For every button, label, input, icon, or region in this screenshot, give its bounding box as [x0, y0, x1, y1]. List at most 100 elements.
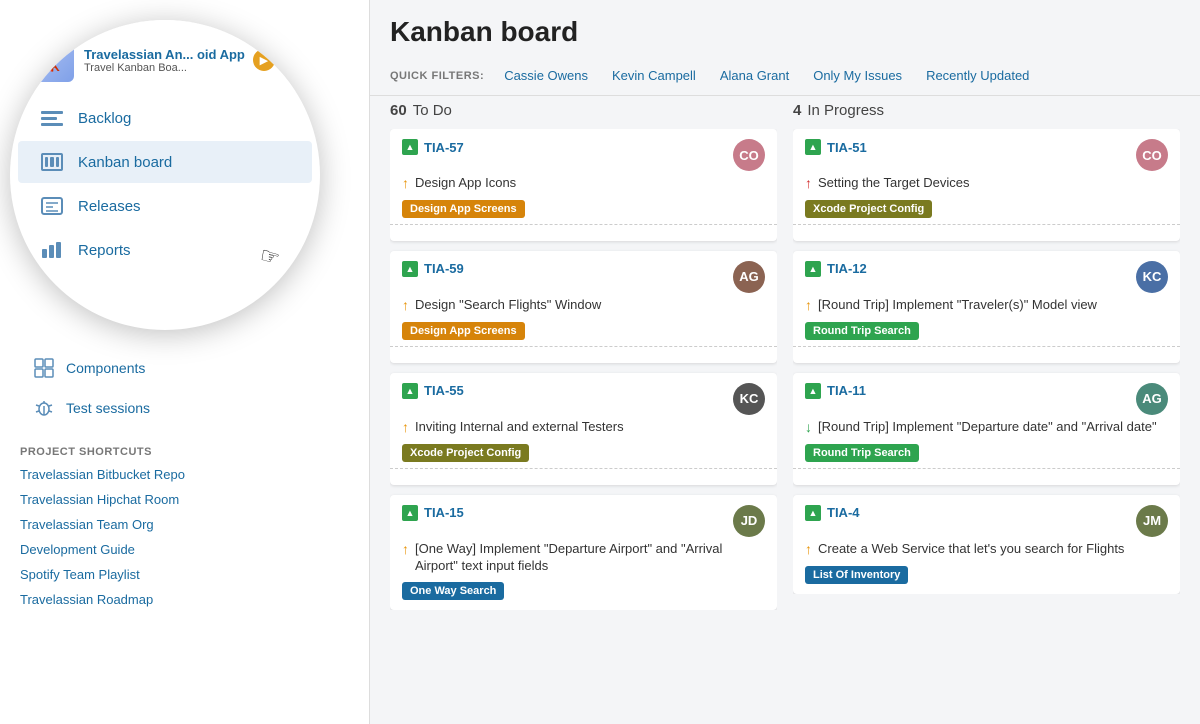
story-icon: ▲ [402, 505, 418, 521]
card-tia11[interactable]: ▲ TIA-11 AG ↓ [Round Trip] Implement "De… [793, 373, 1180, 485]
filter-recently[interactable]: Recently Updated [922, 66, 1033, 85]
card-avatar: KC [1136, 261, 1168, 293]
card-tag: Xcode Project Config [805, 200, 932, 218]
card-title-row: ↑ Setting the Target Devices [805, 175, 1168, 192]
shortcut-4[interactable]: Spotify Team Playlist [12, 562, 357, 587]
releases-icon [38, 195, 66, 217]
card-id: TIA-51 [827, 140, 867, 155]
kanban-icon [38, 151, 66, 173]
sidebar-app-title: Travelassian An... oid App [84, 47, 245, 62]
story-icon: ▲ [805, 261, 821, 277]
story-icon: ▲ [805, 505, 821, 521]
filter-alana[interactable]: Alana Grant [716, 66, 793, 85]
card-tia55[interactable]: ▲ TIA-55 KC ↑ Inviting Internal and exte… [390, 373, 777, 485]
reports-label: Reports [78, 242, 131, 259]
priority-icon: ↑ [402, 175, 409, 191]
avatar-img: JD [733, 505, 765, 537]
card-id-row: ▲ TIA-12 [805, 261, 867, 277]
avatar-img: KC [733, 383, 765, 415]
card-id: TIA-15 [424, 505, 464, 520]
card-avatar: AG [1136, 383, 1168, 415]
card-tia4[interactable]: ▲ TIA-4 JM ↑ Create a Web Service that l… [793, 495, 1180, 594]
avatar-img: JM [1136, 505, 1168, 537]
card-tag: Round Trip Search [805, 322, 919, 340]
priority-icon: ↓ [805, 419, 812, 435]
card-tag: One Way Search [402, 582, 504, 600]
reports-icon [38, 239, 66, 261]
story-icon: ▲ [402, 139, 418, 155]
sidebar-extra-nav: Components Test sessions [12, 340, 357, 436]
card-id-row: ▲ TIA-59 [402, 261, 464, 277]
sidebar-item-backlog[interactable]: Backlog [18, 97, 312, 139]
backlog-icon [38, 107, 66, 129]
card-avatar: CO [1136, 139, 1168, 171]
filter-only-my[interactable]: Only My Issues [809, 66, 906, 85]
card-title: Design App Icons [415, 175, 516, 192]
story-icon: ▲ [402, 383, 418, 399]
card-tia15[interactable]: ▲ TIA-15 JD ↑ [One Way] Implement "Depar… [390, 495, 777, 611]
board-title: Kanban board [390, 16, 1180, 48]
card-tia59[interactable]: ▲ TIA-59 AG ↑ Design "Search Flights" Wi… [390, 251, 777, 363]
card-top: ▲ TIA-11 AG [805, 383, 1168, 415]
shortcut-2[interactable]: Travelassian Team Org [12, 512, 357, 537]
sidebar: 🗼 Travelassian An... oid App Travel Kanb… [0, 0, 370, 724]
priority-icon: ↑ [402, 419, 409, 435]
card-tia12[interactable]: ▲ TIA-12 KC ↑ [Round Trip] Implement "Tr… [793, 251, 1180, 363]
card-top: ▲ TIA-4 JM [805, 505, 1168, 537]
filter-kevin[interactable]: Kevin Campell [608, 66, 700, 85]
inprogress-cards: ▲ TIA-51 CO ↑ Setting the Target Devices… [793, 129, 1180, 594]
todo-count: 60 [390, 102, 407, 119]
shortcuts-label: PROJECT SHORTCUTS [12, 436, 357, 462]
column-inprogress: 4 In Progress ▲ TIA-51 CO [793, 96, 1180, 704]
sidebar-item-reports[interactable]: Reports [18, 229, 312, 271]
components-label: Components [66, 360, 145, 376]
card-title-row: ↑ [Round Trip] Implement "Traveler(s)" M… [805, 297, 1168, 314]
quick-filters-bar: QUICK FILTERS: Cassie Owens Kevin Campel… [370, 56, 1200, 96]
shortcut-5[interactable]: Travelassian Roadmap [12, 587, 357, 612]
card-title: Inviting Internal and external Testers [415, 419, 624, 436]
avatar-img: CO [733, 139, 765, 171]
card-id-row: ▲ TIA-57 [402, 139, 464, 155]
inprogress-name: In Progress [807, 102, 884, 119]
card-id: TIA-57 [424, 140, 464, 155]
card-tag: Xcode Project Config [402, 444, 529, 462]
shortcut-3[interactable]: Development Guide [12, 537, 357, 562]
board-header: Kanban board [370, 0, 1200, 56]
inprogress-count: 4 [793, 102, 801, 119]
card-title-row: ↑ Inviting Internal and external Testers [402, 419, 765, 436]
story-icon: ▲ [805, 139, 821, 155]
board-columns: 60 To Do ▲ TIA-57 CO [370, 96, 1200, 724]
card-title: [Round Trip] Implement "Traveler(s)" Mod… [818, 297, 1097, 314]
card-id: TIA-59 [424, 261, 464, 276]
story-icon: ▲ [805, 383, 821, 399]
priority-icon: ↑ [402, 297, 409, 313]
card-tag: List Of Inventory [805, 566, 908, 584]
card-id: TIA-11 [827, 383, 866, 398]
card-top: ▲ TIA-55 KC [402, 383, 765, 415]
card-top: ▲ TIA-59 AG [402, 261, 765, 293]
card-id-row: ▲ TIA-11 [805, 383, 866, 399]
card-title-row: ↑ Design App Icons [402, 175, 765, 192]
card-tia51[interactable]: ▲ TIA-51 CO ↑ Setting the Target Devices… [793, 129, 1180, 241]
puzzle-icon [32, 356, 56, 380]
todo-cards: ▲ TIA-57 CO ↑ Design App Icons Design Ap… [390, 129, 777, 610]
main-content: Kanban board QUICK FILTERS: Cassie Owens… [370, 0, 1200, 724]
bug-icon [32, 396, 56, 420]
card-title-row: ↓ [Round Trip] Implement "Departure date… [805, 419, 1168, 436]
column-todo: 60 To Do ▲ TIA-57 CO [390, 96, 777, 704]
sidebar-item-kanban[interactable]: Kanban board [18, 141, 312, 183]
card-tag: Design App Screens [402, 200, 525, 218]
shortcut-1[interactable]: Travelassian Hipchat Room [12, 487, 357, 512]
backlog-label: Backlog [78, 110, 131, 127]
sidebar-item-releases[interactable]: Releases [18, 185, 312, 227]
sidebar-item-components[interactable]: Components [24, 348, 345, 388]
card-title: Setting the Target Devices [818, 175, 970, 192]
card-id-row: ▲ TIA-51 [805, 139, 867, 155]
avatar-img: AG [1136, 383, 1168, 415]
card-title-row: ↑ Create a Web Service that let's you se… [805, 541, 1168, 558]
filter-cassie[interactable]: Cassie Owens [500, 66, 592, 85]
shortcut-0[interactable]: Travelassian Bitbucket Repo [12, 462, 357, 487]
sidebar-item-test-sessions[interactable]: Test sessions [24, 388, 345, 428]
card-tia57[interactable]: ▲ TIA-57 CO ↑ Design App Icons Design Ap… [390, 129, 777, 241]
card-top: ▲ TIA-12 KC [805, 261, 1168, 293]
